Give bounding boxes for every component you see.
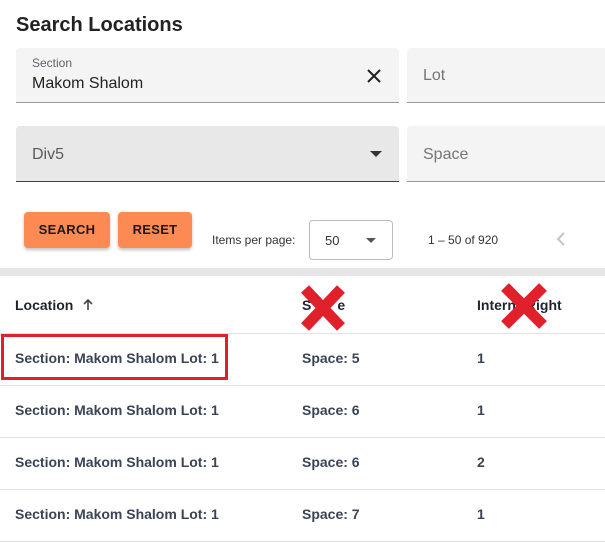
items-per-page-select[interactable]: 50 bbox=[309, 220, 393, 260]
interment-cell: 1 bbox=[477, 350, 485, 366]
clear-icon[interactable] bbox=[366, 68, 382, 84]
lot-field-placeholder: Lot bbox=[423, 67, 446, 84]
interment-cell: 1 bbox=[477, 402, 485, 418]
column-header-location[interactable]: Location bbox=[15, 297, 93, 313]
space-cell: Space: 7 bbox=[302, 506, 360, 522]
page-title: Search Locations bbox=[16, 14, 183, 36]
table-top-divider bbox=[0, 268, 605, 276]
search-button[interactable]: SEARCH bbox=[24, 212, 110, 248]
table-row[interactable]: Section: Makom Shalom Lot: 1 Space: 6 1 bbox=[0, 386, 605, 437]
interment-cell: 1 bbox=[477, 506, 485, 522]
space-cell: Space: 6 bbox=[302, 454, 360, 470]
chevron-left-icon[interactable] bbox=[556, 232, 566, 246]
reset-button[interactable]: RESET bbox=[118, 212, 192, 248]
space-field[interactable]: Space bbox=[407, 126, 605, 182]
column-header-location-label: Location bbox=[15, 297, 74, 313]
interment-cell: 2 bbox=[477, 454, 485, 470]
section-field-value: Makom Shalom bbox=[32, 75, 144, 92]
space-cell: Space: 6 bbox=[302, 402, 360, 418]
location-cell[interactable]: Section: Makom Shalom Lot: 1 bbox=[15, 402, 219, 418]
dropdown-arrow-icon bbox=[366, 238, 376, 243]
red-x-mark-icon bbox=[301, 285, 345, 331]
items-per-page-value: 50 bbox=[325, 233, 340, 248]
table-row[interactable]: Section: Makom Shalom Lot: 1 Space: 6 2 bbox=[0, 438, 605, 489]
sort-arrow-up-icon bbox=[83, 298, 93, 310]
items-per-page-label: Items per page: bbox=[212, 233, 296, 247]
lot-field[interactable]: Lot bbox=[407, 48, 605, 103]
paginator-range-label: 1 – 50 of 920 bbox=[428, 233, 499, 247]
section-field-label: Section bbox=[32, 56, 73, 70]
table-row[interactable]: Section: Makom Shalom Lot: 1 Space: 7 1 bbox=[0, 490, 605, 541]
red-x-mark-icon bbox=[501, 283, 547, 329]
space-field-placeholder: Space bbox=[423, 146, 469, 163]
space-cell: Space: 5 bbox=[302, 350, 360, 366]
division-select[interactable]: Div5 bbox=[16, 126, 399, 182]
location-cell[interactable]: Section: Makom Shalom Lot: 1 bbox=[15, 506, 219, 522]
location-cell[interactable]: Section: Makom Shalom Lot: 1 bbox=[15, 454, 219, 470]
division-select-value: Div5 bbox=[32, 146, 65, 163]
dropdown-arrow-icon bbox=[370, 151, 382, 157]
highlight-box bbox=[1, 334, 228, 380]
section-field[interactable]: Section Makom Shalom bbox=[16, 48, 399, 103]
